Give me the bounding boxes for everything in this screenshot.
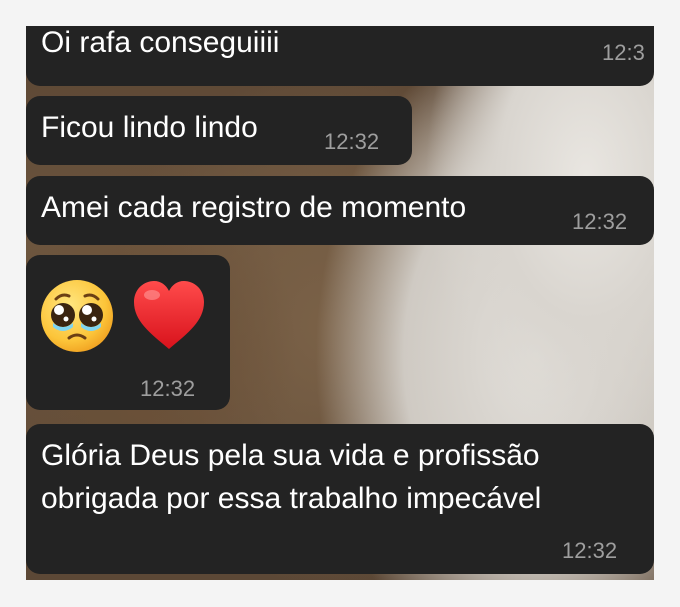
message-text: Ficou lindo lindo [41, 111, 258, 144]
message-text: Oi rafa conseguiiii [41, 26, 280, 59]
emoji-row [38, 277, 208, 355]
message-bubble[interactable]: Ficou lindo lindo 12:32 [26, 96, 412, 165]
message-timestamp: 12:32 [140, 376, 196, 401]
message-timestamp: 12:32 [572, 209, 628, 234]
message-bubble[interactable]: Amei cada registro de momento 12:32 [26, 176, 654, 245]
message-timestamp: 12:32 [562, 538, 618, 563]
chat-area: Oi rafa conseguiiii 12:3 Ficou lindo lin… [26, 26, 654, 580]
red-heart-icon [130, 277, 208, 355]
pleading-face-icon [38, 277, 116, 355]
message-bubble[interactable]: 12:32 [26, 255, 230, 410]
message-timestamp: 12:3 [602, 40, 645, 65]
message-text: Amei cada registro de momento [41, 191, 467, 224]
message-text-line: Glória Deus pela sua vida e profissão [41, 439, 540, 472]
message-bubble[interactable]: Oi rafa conseguiiii 12:3 [26, 26, 654, 86]
message-text-line: obrigada por essa trabalho impecável [41, 482, 542, 515]
message-bubble[interactable]: Glória Deus pela sua vida e profissão ob… [26, 424, 654, 574]
message-timestamp: 12:32 [324, 129, 380, 154]
